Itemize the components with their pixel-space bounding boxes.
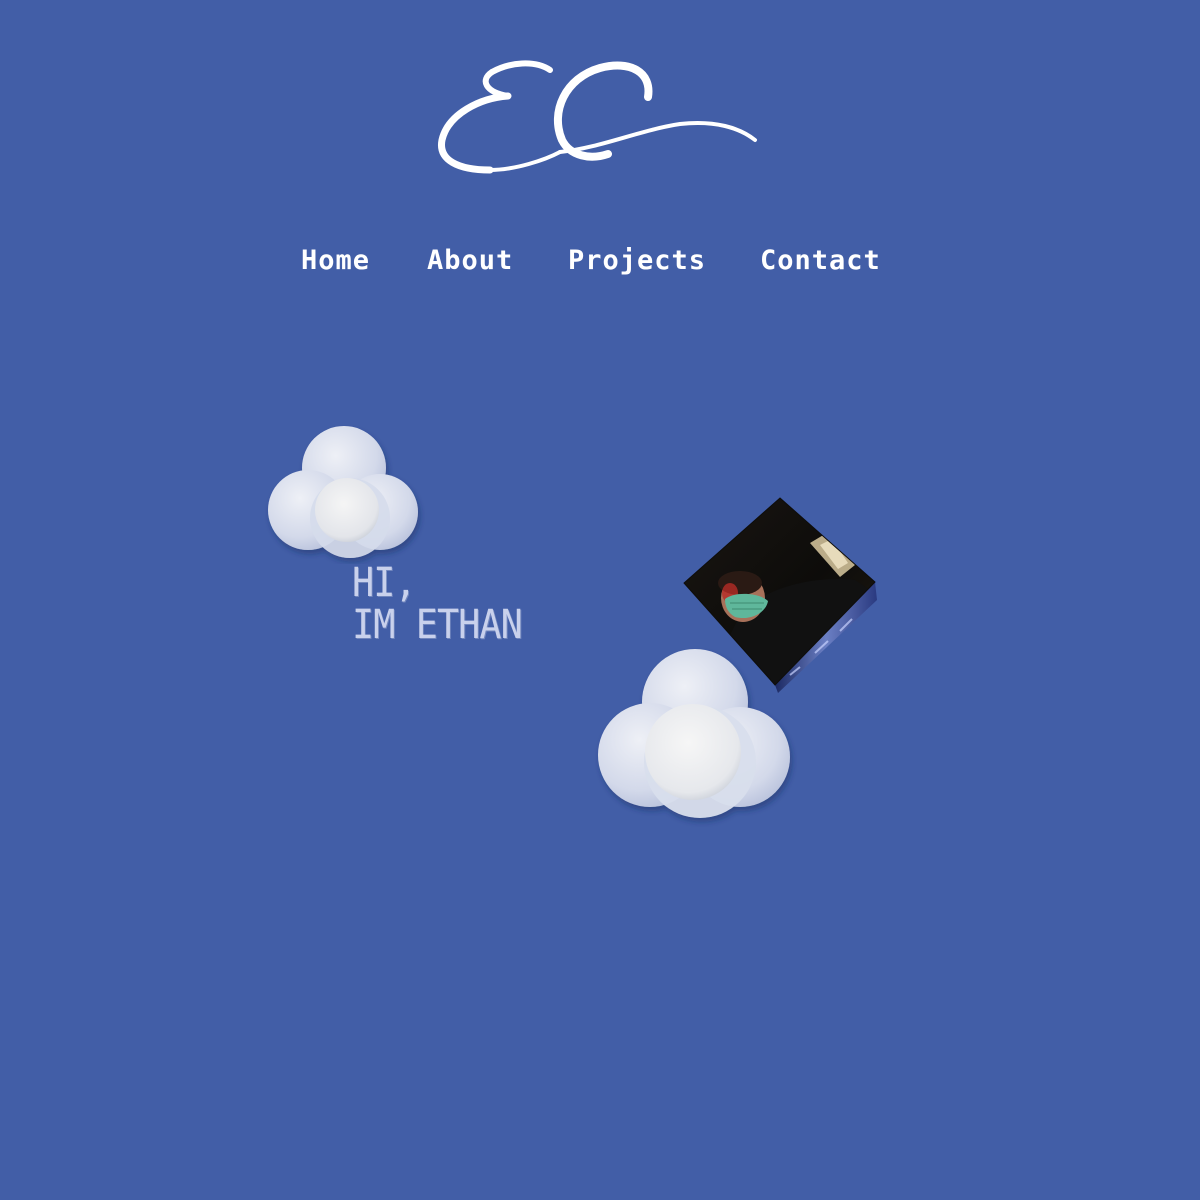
nav-link-projects[interactable]: Projects [568, 243, 706, 279]
greeting-line-1: HI, [352, 560, 417, 606]
nav-link-home[interactable]: Home [301, 243, 370, 279]
cloud-left [268, 426, 418, 558]
ec-logo[interactable] [430, 52, 770, 187]
nav-link-about[interactable]: About [427, 243, 513, 279]
hero-greeting: HI, IM ETHAN [352, 560, 523, 648]
nav-link-contact[interactable]: Contact [760, 243, 881, 279]
greeting-line-2: IM ETHAN [352, 602, 523, 648]
cloud-right [598, 649, 790, 818]
main-nav: Home About Projects Contact [0, 243, 1200, 283]
